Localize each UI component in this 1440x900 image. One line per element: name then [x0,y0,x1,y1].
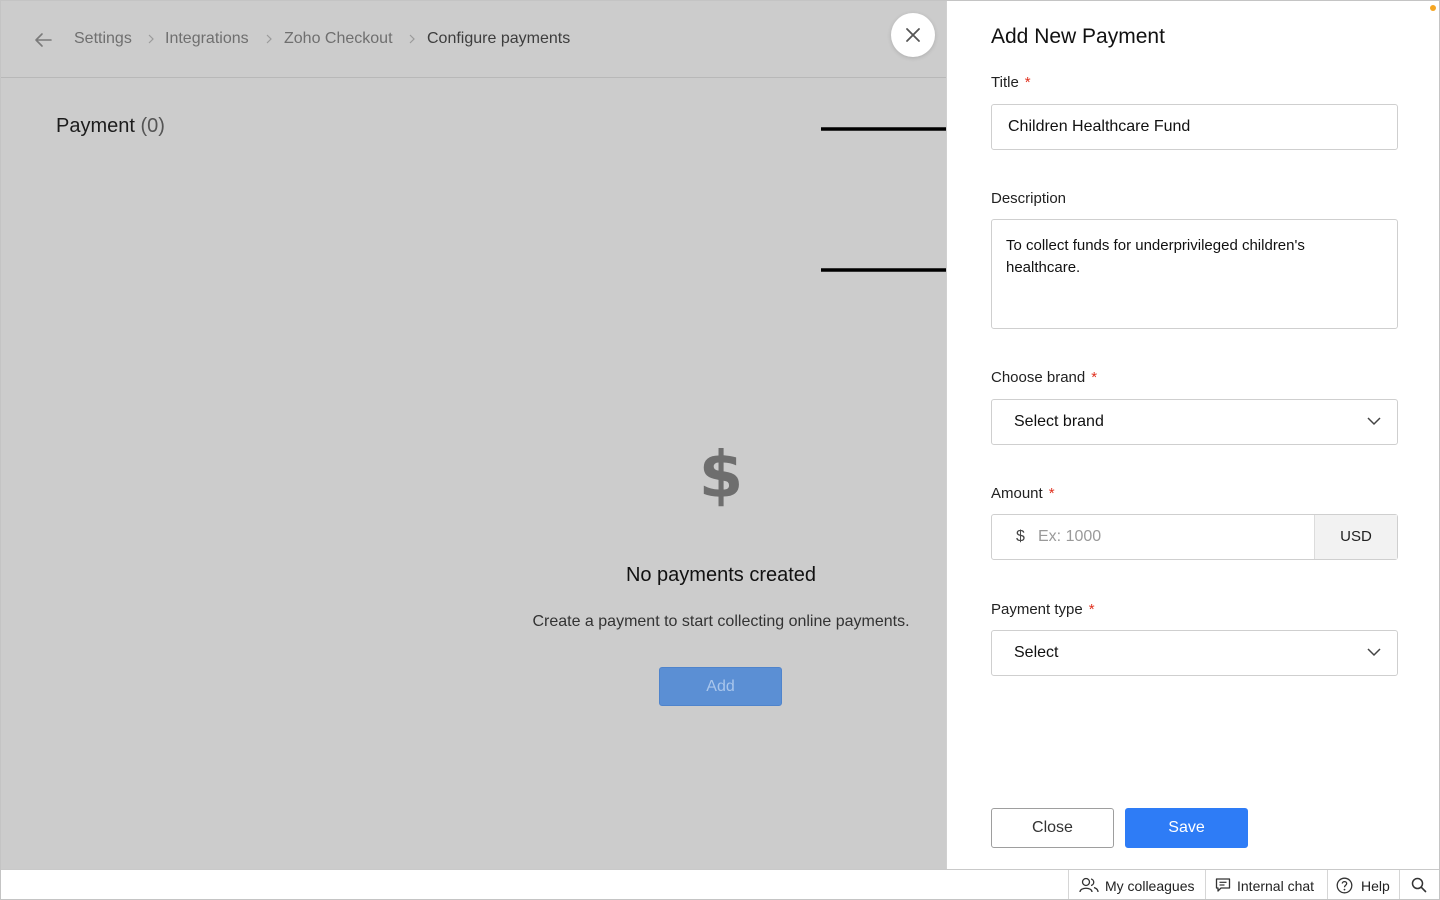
chevron-down-icon [1367,648,1381,657]
close-panel-button[interactable] [891,13,935,57]
internal-chat-button[interactable]: Internal chat [1205,870,1328,899]
required-mark: * [1091,369,1098,386]
app-window: Settings Integrations Zoho Checkout Conf… [0,0,1440,900]
payment-type-select[interactable]: Select [991,630,1398,676]
help-button[interactable]: Help [1327,870,1400,899]
search-button[interactable] [1399,870,1439,899]
chat-icon [1215,878,1231,892]
breadcrumb-integrations[interactable]: Integrations [165,30,249,48]
title-input[interactable]: Children Healthcare Fund [991,104,1398,150]
my-colleagues-label: My colleagues [1105,878,1195,894]
internal-chat-label: Internal chat [1237,878,1315,894]
page-title: Payment (0) [56,115,165,138]
help-icon [1336,877,1353,894]
payment-type-select-value: Select [1014,644,1059,661]
back-arrow-icon[interactable] [32,29,54,51]
close-button[interactable]: Close [991,808,1114,848]
payment-count: (0) [140,115,165,137]
chevron-right-icon [148,34,154,44]
top-bar: Settings Integrations Zoho Checkout Conf… [1,1,947,78]
required-mark: * [1024,74,1031,91]
amount-field: $ USD [991,514,1398,560]
help-label: Help [1361,878,1390,894]
empty-state-title: No payments created [625,564,817,586]
close-icon [906,28,920,42]
breadcrumb-configure-payments: Configure payments [427,30,571,47]
amount-label-text: Amount [991,485,1043,502]
brand-label-text: Choose brand [991,369,1086,386]
breadcrumb-settings[interactable]: Settings [74,30,132,48]
title-label-text: Title [991,74,1019,91]
chevron-down-icon [1367,417,1381,426]
chevron-right-icon [409,34,415,44]
add-payment-button[interactable]: Add [659,667,782,706]
dollar-icon: $ [698,439,744,513]
empty-state-text: Create a payment to start collecting onl… [532,613,910,630]
description-label: Description [991,190,1067,207]
currency-selector[interactable]: USD [1314,515,1397,559]
search-icon [1411,877,1427,893]
add-payment-panel: Add New Payment Title * Children Healthca… [946,1,1439,869]
description-textarea[interactable]: To collect funds for underprivileged chi… [991,219,1398,329]
chevron-right-icon [266,34,272,44]
breadcrumb-zoho-checkout[interactable]: Zoho Checkout [284,30,393,48]
panel-title: Add New Payment [991,25,1165,48]
required-mark: * [1088,601,1095,618]
page-title-text: Payment [56,115,135,137]
brand-select[interactable]: Select brand [991,399,1398,445]
save-button[interactable]: Save [1125,808,1248,848]
required-mark: * [1048,485,1055,502]
my-colleagues-button[interactable]: My colleagues [1068,870,1206,899]
brand-label: Choose brand * [991,369,1097,386]
title-label: Title * [991,74,1031,91]
colleagues-icon [1079,877,1099,893]
notification-dot-icon [1430,5,1436,11]
payment-type-label: Payment type * [991,601,1095,618]
amount-label: Amount * [991,485,1055,502]
amount-input[interactable] [1032,515,1324,559]
brand-select-value: Select brand [1014,413,1104,430]
payment-type-label-text: Payment type [991,601,1083,618]
background-page: Settings Integrations Zoho Checkout Conf… [1,1,983,869]
bottom-bar: My colleagues Internal chat Help [1,869,1439,899]
currency-symbol: $ [1016,528,1025,545]
